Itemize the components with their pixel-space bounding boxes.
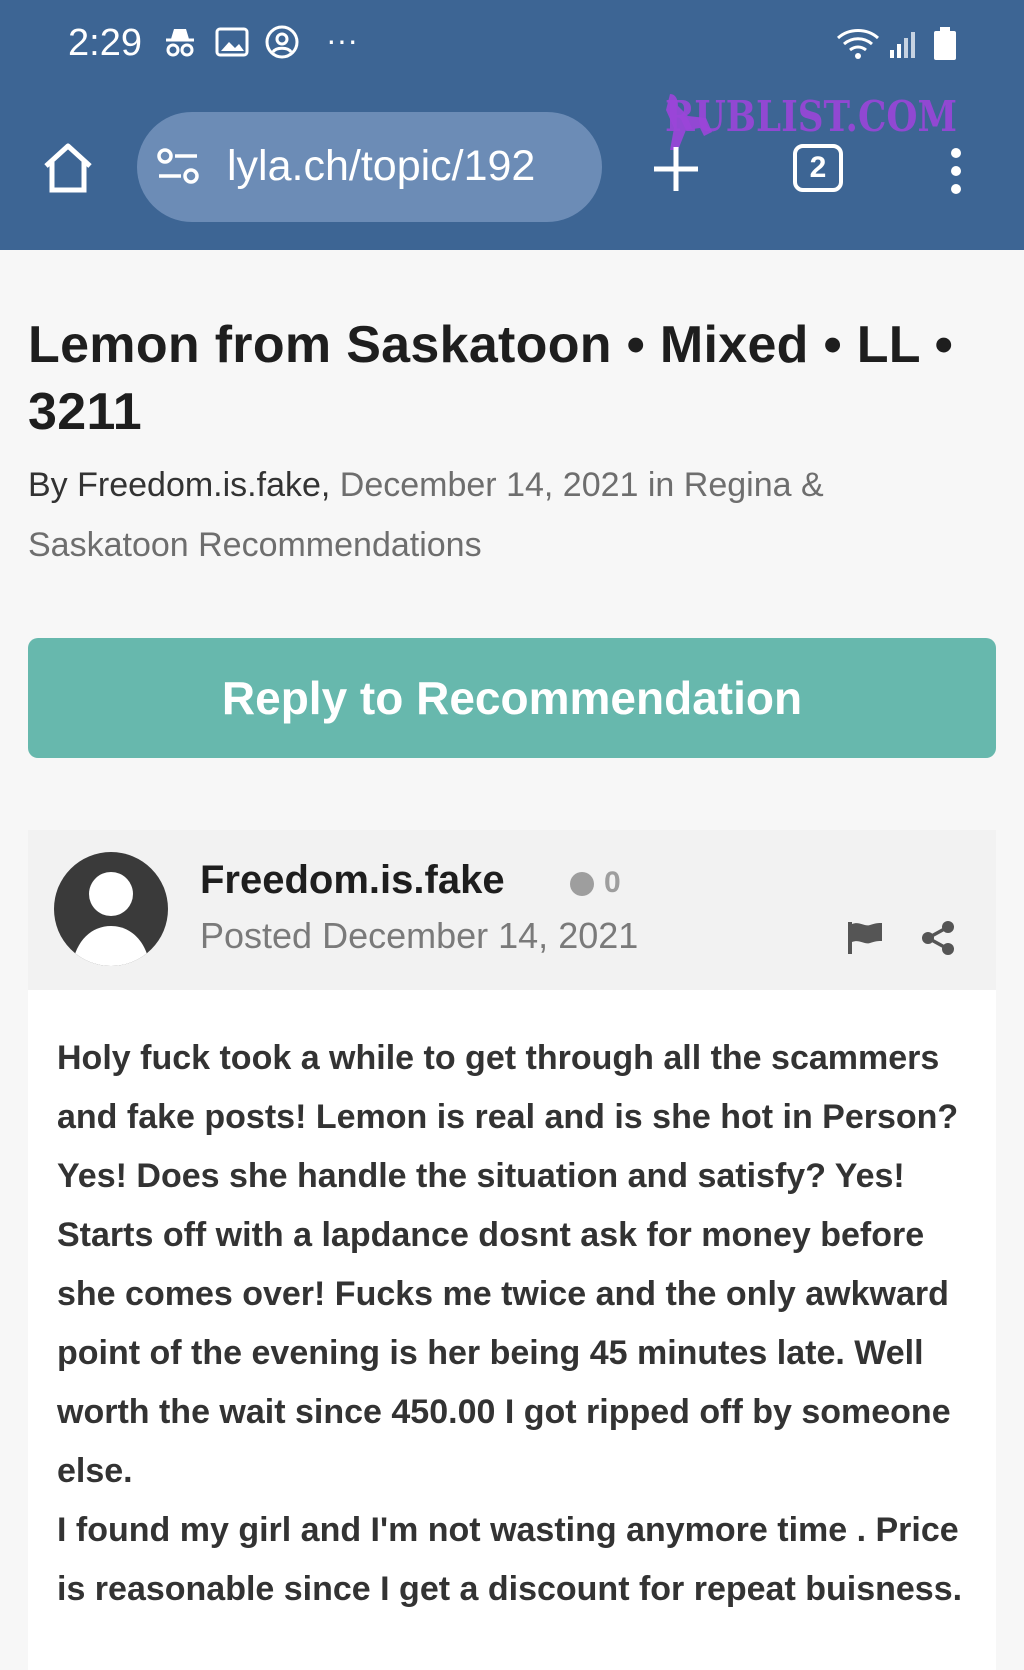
post-author-link[interactable]: Freedom.is.fake — [200, 858, 505, 903]
gallery-icon — [214, 24, 250, 60]
in-text: in — [638, 466, 684, 504]
avatar[interactable] — [54, 852, 168, 966]
reputation-count: 0 — [604, 866, 621, 899]
address-bar[interactable]: lyla.ch/topic/192 — [137, 112, 602, 222]
post-paragraph: Holy fuck took a while to get through al… — [57, 1039, 959, 1490]
post-paragraph: I found my girl and I'm not wasting anym… — [57, 1511, 963, 1608]
post-header — [28, 830, 996, 990]
incognito-icon — [162, 24, 198, 60]
topic-date: December 14, 2021 — [330, 466, 639, 504]
account-icon — [264, 24, 300, 60]
watermark: RUBLIST.COM — [665, 92, 957, 141]
overflow-menu-icon[interactable] — [946, 146, 966, 201]
more-notifications-icon: ··· — [326, 22, 358, 58]
site-settings-icon[interactable] — [155, 146, 201, 191]
signal-icon — [888, 28, 920, 60]
share-icon[interactable] — [920, 920, 956, 961]
home-icon[interactable] — [40, 140, 96, 199]
status-time: 2:29 — [68, 22, 142, 64]
post-date[interactable]: Posted December 14, 2021 — [200, 915, 638, 957]
new-tab-icon[interactable] — [650, 143, 702, 200]
topic-meta: By Freedom.is.fake, December 14, 2021 in… — [28, 455, 928, 575]
browser-toolbar: 2:29 ··· lyla.ch/topic/192 RUBLIST.COM 2 — [0, 0, 1024, 250]
post-content: Holy fuck took a while to get through al… — [57, 1029, 977, 1619]
by-prefix: By — [28, 466, 78, 504]
flag-icon[interactable] — [846, 920, 884, 961]
topic-title: Lemon from Saskatoon • Mixed • LL • 3211 — [28, 316, 954, 441]
url-text[interactable]: lyla.ch/topic/192 — [227, 142, 582, 191]
battery-icon — [932, 26, 958, 62]
wifi-icon — [836, 26, 880, 60]
tab-switcher-button[interactable]: 2 — [793, 144, 843, 192]
reputation-dot-icon — [570, 872, 594, 896]
user-silhouette-icon — [72, 872, 150, 966]
topic-author-link[interactable]: Freedom.is.fake, — [77, 466, 330, 504]
reply-button[interactable]: Reply to Recommendation — [28, 638, 996, 758]
